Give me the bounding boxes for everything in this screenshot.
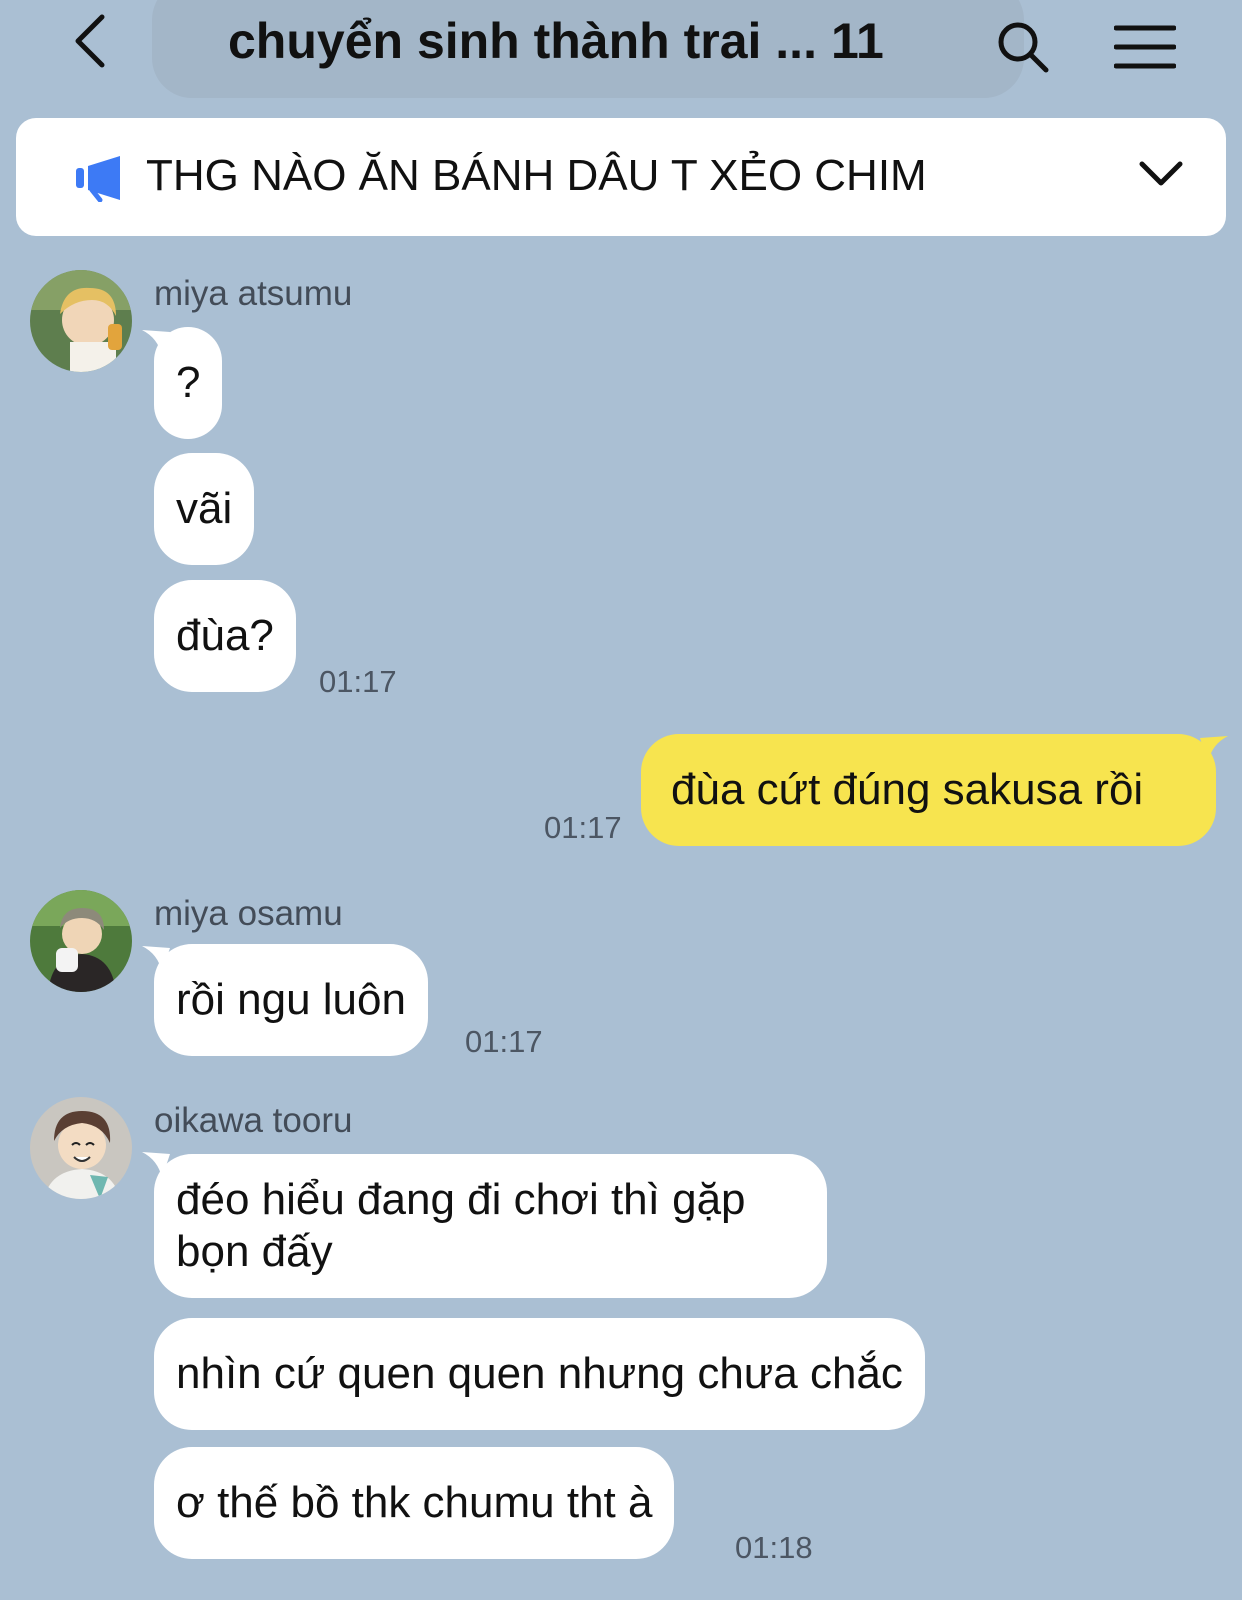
chat-title[interactable]: chuyển sinh thành trai ... 11 [228, 6, 884, 76]
bubble-tail [1200, 736, 1228, 762]
avatar-oikawa-tooru[interactable] [30, 1097, 132, 1199]
back-button[interactable] [62, 6, 118, 76]
avatar-miya-atsumu[interactable] [30, 270, 132, 372]
message-time: 01:17 [465, 1024, 543, 1059]
message-bubble[interactable]: nhìn cứ quen quen nhưng chưa chắc [154, 1318, 925, 1430]
sender-name: miya atsumu [154, 274, 353, 313]
my-message-bubble[interactable]: đùa cứt đúng sakusa rồi [641, 734, 1216, 846]
avatar-image [30, 270, 132, 372]
chat-title-text: chuyển sinh thành trai ... [228, 13, 817, 69]
megaphone-icon [76, 156, 120, 202]
pinned-notice[interactable]: THG NÀO ĂN BÁNH DÂU T XẺO CHIM [16, 118, 1226, 236]
message-bubble[interactable]: ? [154, 327, 223, 439]
avatar-image [30, 1097, 132, 1199]
message-time: 01:18 [735, 1530, 813, 1565]
message-time: 01:17 [544, 810, 622, 845]
hamburger-menu-icon [1114, 25, 1176, 69]
sender-name: miya osamu [154, 894, 343, 933]
message-bubble[interactable]: đùa? [154, 580, 296, 692]
sender-name: oikawa tooru [154, 1101, 353, 1140]
avatar-image [30, 890, 132, 992]
message-bubble[interactable]: rồi ngu luôn [154, 944, 428, 1056]
chevron-down-icon[interactable] [1136, 154, 1186, 194]
search-icon [998, 22, 1049, 73]
message-time: 01:17 [319, 664, 397, 699]
message-bubble[interactable]: ơ thế bồ thk chumu tht à [154, 1447, 675, 1559]
message-bubble[interactable]: vãi [154, 453, 255, 565]
member-count: 11 [830, 13, 884, 69]
avatar-miya-osamu[interactable] [30, 890, 132, 992]
search-button[interactable] [990, 14, 1056, 80]
chevron-left-icon [75, 14, 105, 68]
chat-header: chuyển sinh thành trai ... 11 [0, 0, 1242, 110]
notice-text: THG NÀO ĂN BÁNH DÂU T XẺO CHIM [146, 151, 927, 200]
menu-button[interactable] [1110, 14, 1180, 80]
message-bubble[interactable]: đéo hiểu đang đi chơi thì gặp bọn đấy [154, 1154, 827, 1298]
